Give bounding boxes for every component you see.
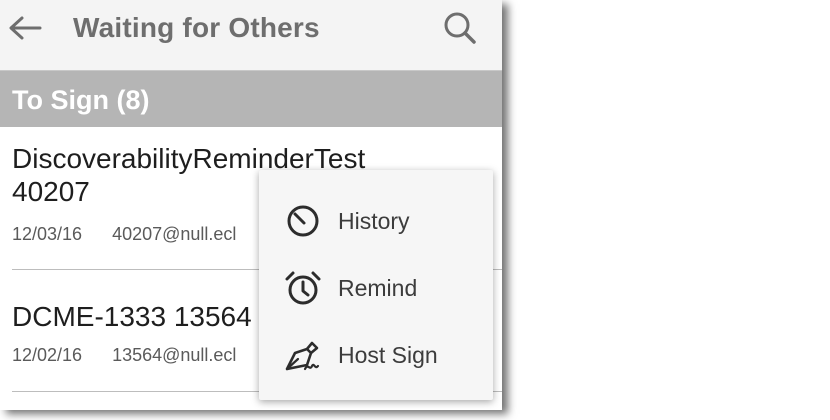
- agreement-email: 40207@null.ecl: [112, 224, 237, 244]
- menu-item-host-sign[interactable]: Host Sign: [259, 321, 493, 385]
- search-button[interactable]: [440, 8, 480, 48]
- app-bar: Waiting for Others: [0, 0, 502, 71]
- section-header: To Sign (8): [0, 71, 502, 127]
- menu-item-label: Host Sign: [338, 342, 438, 368]
- menu-item-label: Remind: [338, 275, 418, 301]
- agreement-date: 12/03/16: [12, 224, 83, 244]
- alarm-clock-icon: [285, 271, 321, 305]
- section-title: To Sign (8): [12, 85, 150, 115]
- menu-item-label: History: [338, 208, 410, 234]
- menu-item-remind[interactable]: Remind: [259, 254, 493, 318]
- phone-screen: Waiting for Others To Sign (8) Discovera…: [0, 0, 502, 410]
- back-button[interactable]: [4, 10, 44, 50]
- agreement-meta: 12/02/16 13564@null.ecl: [12, 345, 236, 366]
- agreement-meta: 12/03/16 40207@null.ecl: [12, 224, 236, 245]
- arrow-left-icon: [9, 16, 42, 40]
- agreement-email: 13564@null.ecl: [112, 345, 237, 365]
- history-icon: [287, 205, 319, 237]
- agreement-date: 12/02/16: [12, 345, 83, 365]
- context-menu: History Remind Host Sign: [259, 170, 493, 400]
- menu-item-history[interactable]: History: [259, 187, 493, 251]
- pen-sign-icon: [285, 341, 320, 371]
- page-title: Waiting for Others: [73, 12, 320, 43]
- search-icon: [444, 12, 476, 44]
